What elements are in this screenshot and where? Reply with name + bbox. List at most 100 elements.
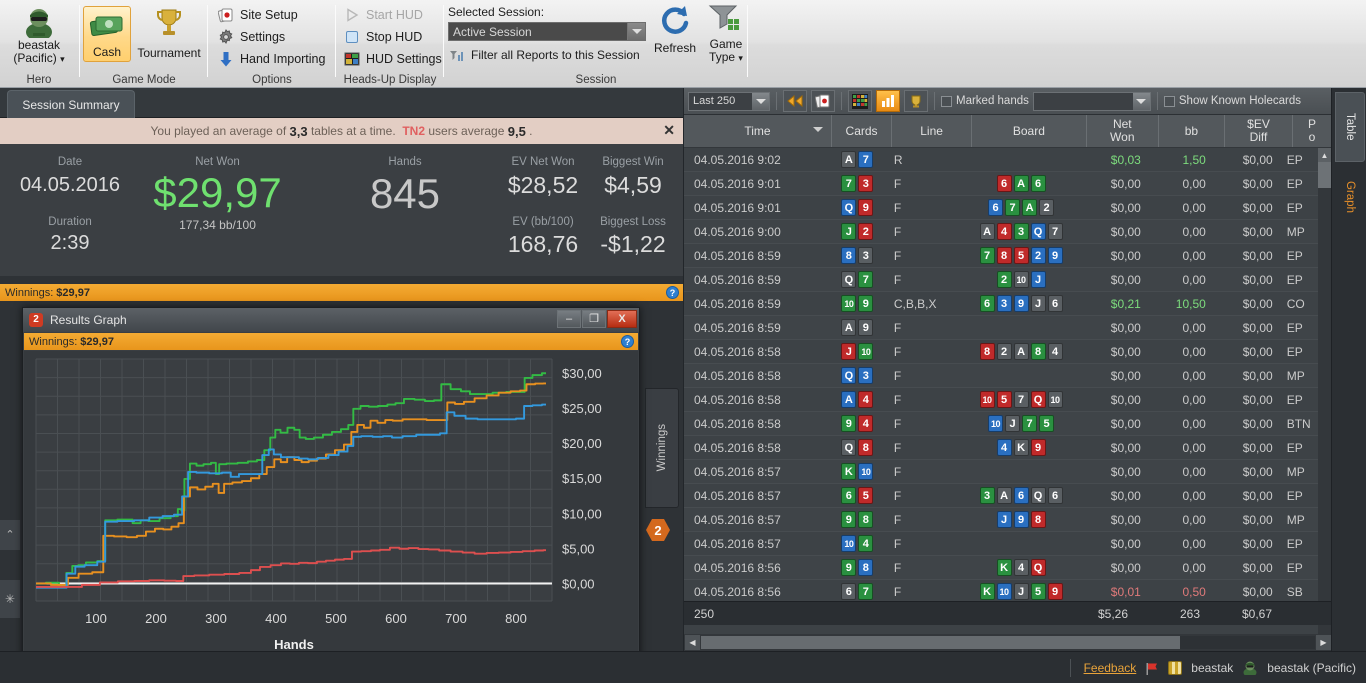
scroll-up-icon[interactable]: ▲: [1318, 148, 1331, 162]
table-row[interactable]: 04.05.2016 8:58 Q 8 F 4 K 9 $0,00 0,00 $0,00 EP: [684, 436, 1319, 460]
table-row[interactable]: 04.05.2016 8:59 10 9 C,B,B,X 6 3 9 J 6 $0,21 10,50…: [684, 292, 1319, 316]
column-header-net-won[interactable]: Net Won: [1087, 115, 1159, 147]
filter-session-item[interactable]: Filter all Reports to this Session: [449, 47, 640, 63]
table-totals-row: 250 $5,26 263 $0,67: [684, 601, 1332, 625]
table-row[interactable]: 04.05.2016 8:56 9 8 F K 4 Q $0,00 0,00 $0,00 EP: [684, 556, 1319, 580]
replay-hand-button[interactable]: [811, 90, 835, 112]
column-header-line[interactable]: Line: [892, 115, 972, 147]
show-holecards-checkbox[interactable]: [1163, 95, 1175, 107]
feedback-link[interactable]: Feedback: [1084, 661, 1137, 675]
rewind-button[interactable]: [783, 90, 807, 112]
scroll-thumb[interactable]: [1318, 162, 1331, 188]
column-header-label: Cards: [845, 123, 878, 138]
graph-help-icon[interactable]: ?: [621, 335, 634, 348]
column-header-board[interactable]: Board: [972, 115, 1087, 147]
stop-hud-item[interactable]: Stop HUD: [344, 29, 422, 45]
chevron-down-icon[interactable]: [627, 23, 645, 40]
table-row[interactable]: 04.05.2016 8:58 Q 3 F $0,00 0,00 $0,00 MP: [684, 364, 1319, 388]
scroll-left-icon[interactable]: ◀: [685, 635, 700, 650]
cell-board: 6A6: [966, 172, 1078, 195]
close-button[interactable]: X: [607, 310, 637, 328]
vertical-tab-winnings[interactable]: Winnings: [645, 388, 679, 508]
vtab-graph[interactable]: Graph: [1335, 166, 1365, 228]
range-select[interactable]: Last 250: [688, 91, 770, 111]
svg-text:400: 400: [265, 611, 287, 626]
graph-winnings-prefix: Winnings:: [29, 335, 78, 348]
column-header--ev-diff[interactable]: $EV Diff: [1225, 115, 1294, 147]
chevron-down-icon[interactable]: [752, 92, 769, 110]
cell-ev-diff: $0,00: [1242, 152, 1273, 167]
avatar: [1242, 660, 1258, 677]
table-row[interactable]: 04.05.2016 8:57 6 5 F 3 A 6 Q 6 $0,00 0,00 $0,00 EP: [684, 484, 1319, 508]
column-header-time[interactable]: Time: [684, 115, 832, 147]
graph-view-button[interactable]: [876, 90, 900, 112]
table-row[interactable]: 04.05.2016 8:59 A 9 F $0,00 0,00 $0,00 EP: [684, 316, 1319, 340]
table-row[interactable]: 04.05.2016 8:58 A 4 F 10 5 7 Q 10 $0,00 0,00 $0,00 E…: [684, 388, 1319, 412]
tournament-label: Tournament: [137, 46, 201, 60]
table-row[interactable]: 04.05.2016 8:57 10 4 F $0,00 0,00 $0,00 EP: [684, 532, 1319, 556]
scroll-right-icon[interactable]: ▶: [1316, 635, 1331, 650]
start-hud-item[interactable]: Start HUD: [344, 7, 423, 23]
hscroll-thumb[interactable]: [701, 636, 1180, 649]
table-row[interactable]: 04.05.2016 8:57 K 10 F $0,00 0,00 $0,00 MP: [684, 460, 1319, 484]
grid-view-button[interactable]: [848, 90, 872, 112]
playing-card: K: [841, 463, 857, 480]
hero-name-line2: (Pacific) ▾: [13, 51, 65, 65]
cell-bb: 0,00: [1182, 536, 1206, 551]
cell-board: A43Q7: [966, 220, 1078, 243]
refresh-button[interactable]: Refresh: [648, 3, 702, 55]
hud-settings-item[interactable]: HUD Settings: [344, 51, 442, 67]
tournament-button[interactable]: Tournament: [134, 6, 204, 60]
column-header-cards[interactable]: Cards: [832, 115, 893, 147]
marked-hands-select[interactable]: [1032, 91, 1151, 111]
column-header-p-o[interactable]: Po: [1293, 115, 1332, 147]
table-row[interactable]: 04.05.2016 9:01 7 3 F 6 A 6 $0,00 0,00 $0,00 EP: [684, 172, 1319, 196]
hero-button[interactable]: beastak (Pacific) ▾: [6, 4, 72, 66]
ribbon-group-hud: Start HUD Stop HUD HUD Settings Heads-Up…: [338, 0, 442, 88]
chevron-down-icon[interactable]: [1132, 92, 1150, 110]
cell-time: 04.05.2016 8:57: [694, 536, 781, 551]
settings-item[interactable]: Settings: [218, 29, 285, 45]
table-row[interactable]: 04.05.2016 9:02 A 7 R $0,03 1,50 $0,00 EP: [684, 148, 1319, 172]
svg-text:800: 800: [505, 611, 527, 626]
maximize-button[interactable]: ❐: [582, 310, 606, 328]
table-row[interactable]: 04.05.2016 9:00 J 2 F A 4 3 Q 7 $0,00 0,00 $0,00 MP: [684, 220, 1319, 244]
selected-session-select[interactable]: Active Session: [448, 22, 646, 41]
cell-time: 04.05.2016 8:58: [694, 416, 781, 431]
graph-window-titlebar[interactable]: 2 Results Graph – ❐ X: [23, 308, 639, 332]
table-row[interactable]: 04.05.2016 8:57 9 8 F J 9 8 $0,00 0,00 $0,00 MP: [684, 508, 1319, 532]
cell-time: 04.05.2016 8:58: [694, 392, 781, 407]
game-type-button[interactable]: Game Type ▾: [702, 3, 750, 65]
table-horizontal-scrollbar[interactable]: ◀ ▶: [684, 634, 1332, 651]
hand-importing-item[interactable]: Hand Importing: [218, 51, 325, 67]
playing-card: 10: [841, 295, 857, 312]
sort-descending-icon[interactable]: [812, 127, 823, 132]
left-filter-tab[interactable]: ✳: [0, 580, 20, 618]
cell-line: C,B,B,X: [893, 296, 937, 311]
column-header-label: Po: [1308, 117, 1317, 144]
cell-board: [966, 316, 1078, 339]
table-row[interactable]: 04.05.2016 9:01 Q 9 F 6 7 A 2 $0,00 0,00 $0,00 EP: [684, 196, 1319, 220]
column-header-bb[interactable]: bb: [1159, 115, 1225, 147]
rewind-icon: [787, 95, 803, 107]
minimize-button[interactable]: –: [557, 310, 581, 328]
vtab-table[interactable]: Table: [1335, 92, 1365, 162]
table-row[interactable]: 04.05.2016 8:59 Q 7 F 2 10 J $0,00 0,00 $0,00 EP: [684, 268, 1319, 292]
tournament-view-button[interactable]: [904, 90, 928, 112]
tab-session-summary[interactable]: Session Summary: [7, 90, 135, 118]
table-row[interactable]: 04.05.2016 8:59 8 3 F 7 8 5 2 9 $0,00 0,00 $0,00 EP: [684, 244, 1319, 268]
site-setup-item[interactable]: Site Setup: [217, 7, 298, 23]
table-row[interactable]: 04.05.2016 8:58 9 4 F 10 J 7 5 $0,00 0,00 $0,00 BTN: [684, 412, 1319, 436]
table-row[interactable]: 04.05.2016 8:58 J 10 F 8 2 A 8 4 $0,00 0,00 $0,00 EP: [684, 340, 1319, 364]
left-collapse-tab[interactable]: ⌃: [0, 520, 20, 550]
cell-board: 82A84: [966, 340, 1078, 363]
cell-line: F: [893, 416, 902, 431]
cash-button[interactable]: Cash: [83, 6, 131, 62]
marked-hands-checkbox[interactable]: [941, 95, 952, 107]
playing-card: 8: [996, 247, 1012, 264]
hscroll-track[interactable]: [701, 636, 1315, 649]
close-icon[interactable]: ✕: [663, 122, 675, 139]
cell-net-won: $0,00: [1110, 176, 1141, 191]
cell-cards: 73: [829, 172, 888, 195]
help-icon[interactable]: ?: [666, 286, 679, 299]
